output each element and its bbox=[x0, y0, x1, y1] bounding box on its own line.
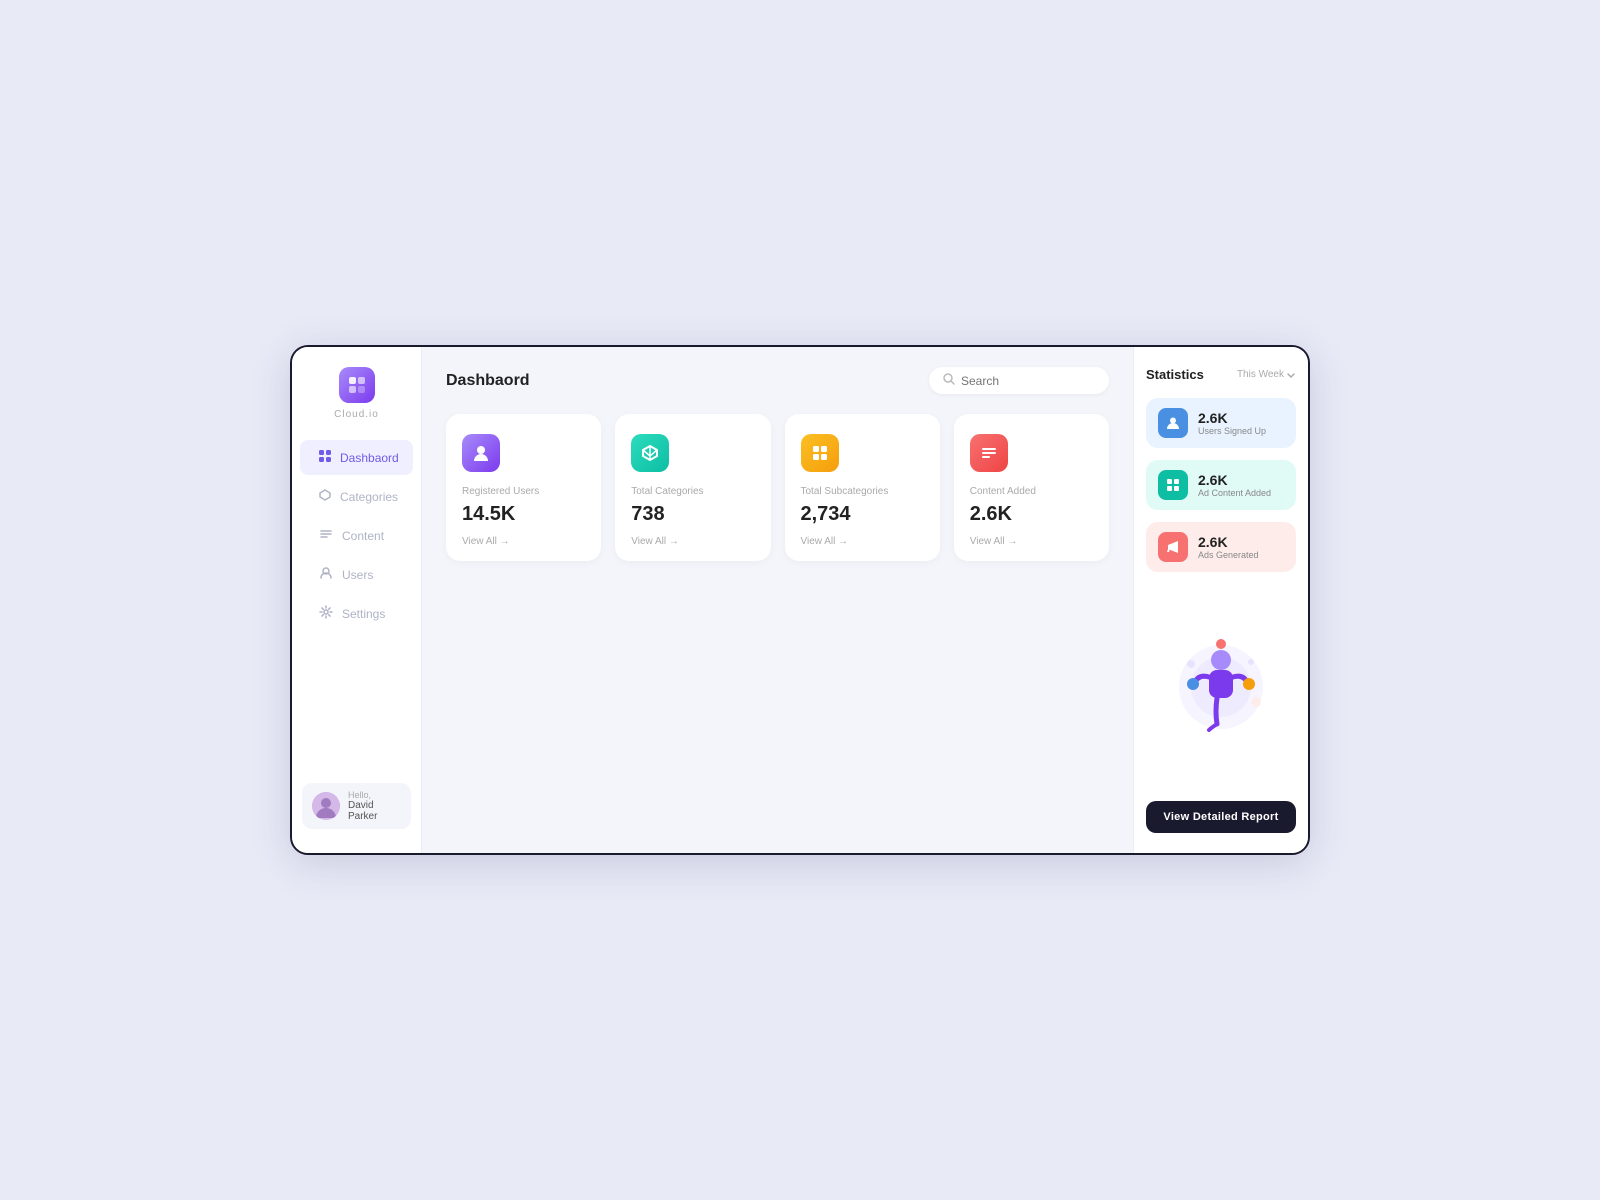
pill-value: 2.6K bbox=[1198, 472, 1271, 488]
stat-card-label: Registered Users bbox=[462, 486, 585, 497]
pill-label: Ad Content Added bbox=[1198, 488, 1271, 498]
stat-card-label: Content Added bbox=[970, 486, 1093, 497]
stat-pill-users-signed-up: 2.6K Users Signed Up bbox=[1146, 398, 1296, 448]
settings-icon bbox=[318, 605, 334, 622]
content-icon bbox=[318, 527, 334, 544]
user-name: David Parker bbox=[348, 800, 401, 822]
ads-generated-icon bbox=[1158, 532, 1188, 562]
pill-label: Users Signed Up bbox=[1198, 426, 1266, 436]
page-title: Dashbaord bbox=[446, 372, 530, 390]
sidebar-user[interactable]: Hello, David Parker bbox=[302, 783, 411, 829]
view-detailed-report-button[interactable]: View Detailed Report bbox=[1146, 801, 1296, 833]
user-info: Hello, David Parker bbox=[348, 790, 401, 822]
stat-card-label: Total Categories bbox=[631, 486, 754, 497]
this-week-label: This Week bbox=[1237, 369, 1284, 380]
content-card-icon bbox=[970, 434, 1008, 472]
categories-card-icon bbox=[631, 434, 669, 472]
registered-users-icon bbox=[462, 434, 500, 472]
sidebar-item-label: Settings bbox=[342, 607, 385, 621]
stat-card-total-categories: Total Categories 738 View All → bbox=[615, 414, 770, 561]
sidebar-logo bbox=[339, 367, 375, 403]
stat-card-total-subcategories: Total Subcategories 2,734 View All → bbox=[785, 414, 940, 561]
subcategories-card-icon bbox=[801, 434, 839, 472]
brand-name: Cloud.io bbox=[334, 409, 379, 420]
stat-card-registered-users: Registered Users 14.5K View All → bbox=[446, 414, 601, 561]
search-icon bbox=[943, 373, 955, 388]
pill-label: Ads Generated bbox=[1198, 550, 1259, 560]
stat-pill-ad-content: 2.6K Ad Content Added bbox=[1146, 460, 1296, 510]
this-week-selector[interactable]: This Week bbox=[1237, 369, 1296, 380]
main-content: Dashbaord Reg bbox=[422, 347, 1133, 853]
sidebar-item-content[interactable]: Content bbox=[300, 518, 413, 553]
sidebar-item-label: Users bbox=[342, 568, 373, 582]
right-panel: Statistics This Week 2.6K Users Signed U… bbox=[1133, 347, 1308, 853]
ad-content-icon bbox=[1158, 470, 1188, 500]
main-header: Dashbaord bbox=[446, 367, 1109, 394]
search-input[interactable] bbox=[961, 374, 1095, 388]
view-all-link[interactable]: View All → bbox=[801, 536, 924, 547]
dashboard-icon bbox=[318, 449, 332, 466]
view-all-link[interactable]: View All → bbox=[970, 536, 1093, 547]
sidebar-footer: Hello, David Parker bbox=[292, 775, 421, 837]
sidebar-item-dashboard[interactable]: Dashbaord bbox=[300, 440, 413, 475]
statistics-title: Statistics bbox=[1146, 367, 1204, 382]
user-greeting: Hello, bbox=[348, 790, 401, 800]
stat-card-label: Total Subcategories bbox=[801, 486, 924, 497]
view-all-link[interactable]: View All → bbox=[631, 536, 754, 547]
sidebar-item-settings[interactable]: Settings bbox=[300, 596, 413, 631]
stat-card-value: 14.5K bbox=[462, 503, 585, 526]
search-bar[interactable] bbox=[929, 367, 1109, 394]
sidebar-item-label: Content bbox=[342, 529, 384, 543]
sidebar-nav: Dashbaord Categories Con bbox=[292, 440, 421, 775]
sidebar-item-categories[interactable]: Categories bbox=[300, 479, 413, 514]
app-window: Cloud.io Dashbaord bbox=[290, 345, 1310, 855]
pill-value: 2.6K bbox=[1198, 534, 1259, 550]
stat-cards-grid: Registered Users 14.5K View All → Total … bbox=[446, 414, 1109, 561]
stat-card-content-added: Content Added 2.6K View All → bbox=[954, 414, 1109, 561]
pill-value: 2.6K bbox=[1198, 410, 1266, 426]
sidebar-item-label: Dashbaord bbox=[340, 451, 399, 465]
stat-pill-ads-generated: 2.6K Ads Generated bbox=[1146, 522, 1296, 572]
illustration bbox=[1146, 584, 1296, 789]
stat-card-value: 2,734 bbox=[801, 503, 924, 526]
sidebar: Cloud.io Dashbaord bbox=[292, 347, 422, 853]
users-signed-up-icon bbox=[1158, 408, 1188, 438]
ad-content-info: 2.6K Ad Content Added bbox=[1198, 472, 1271, 498]
statistics-header: Statistics This Week bbox=[1146, 367, 1296, 382]
sidebar-item-label: Categories bbox=[340, 490, 398, 504]
stat-card-value: 2.6K bbox=[970, 503, 1093, 526]
users-signed-up-info: 2.6K Users Signed Up bbox=[1198, 410, 1266, 436]
view-all-link[interactable]: View All → bbox=[462, 536, 585, 547]
stat-card-value: 738 bbox=[631, 503, 754, 526]
avatar bbox=[312, 792, 340, 820]
categories-icon bbox=[318, 488, 332, 505]
ads-generated-info: 2.6K Ads Generated bbox=[1198, 534, 1259, 560]
users-icon bbox=[318, 566, 334, 583]
sidebar-item-users[interactable]: Users bbox=[300, 557, 413, 592]
